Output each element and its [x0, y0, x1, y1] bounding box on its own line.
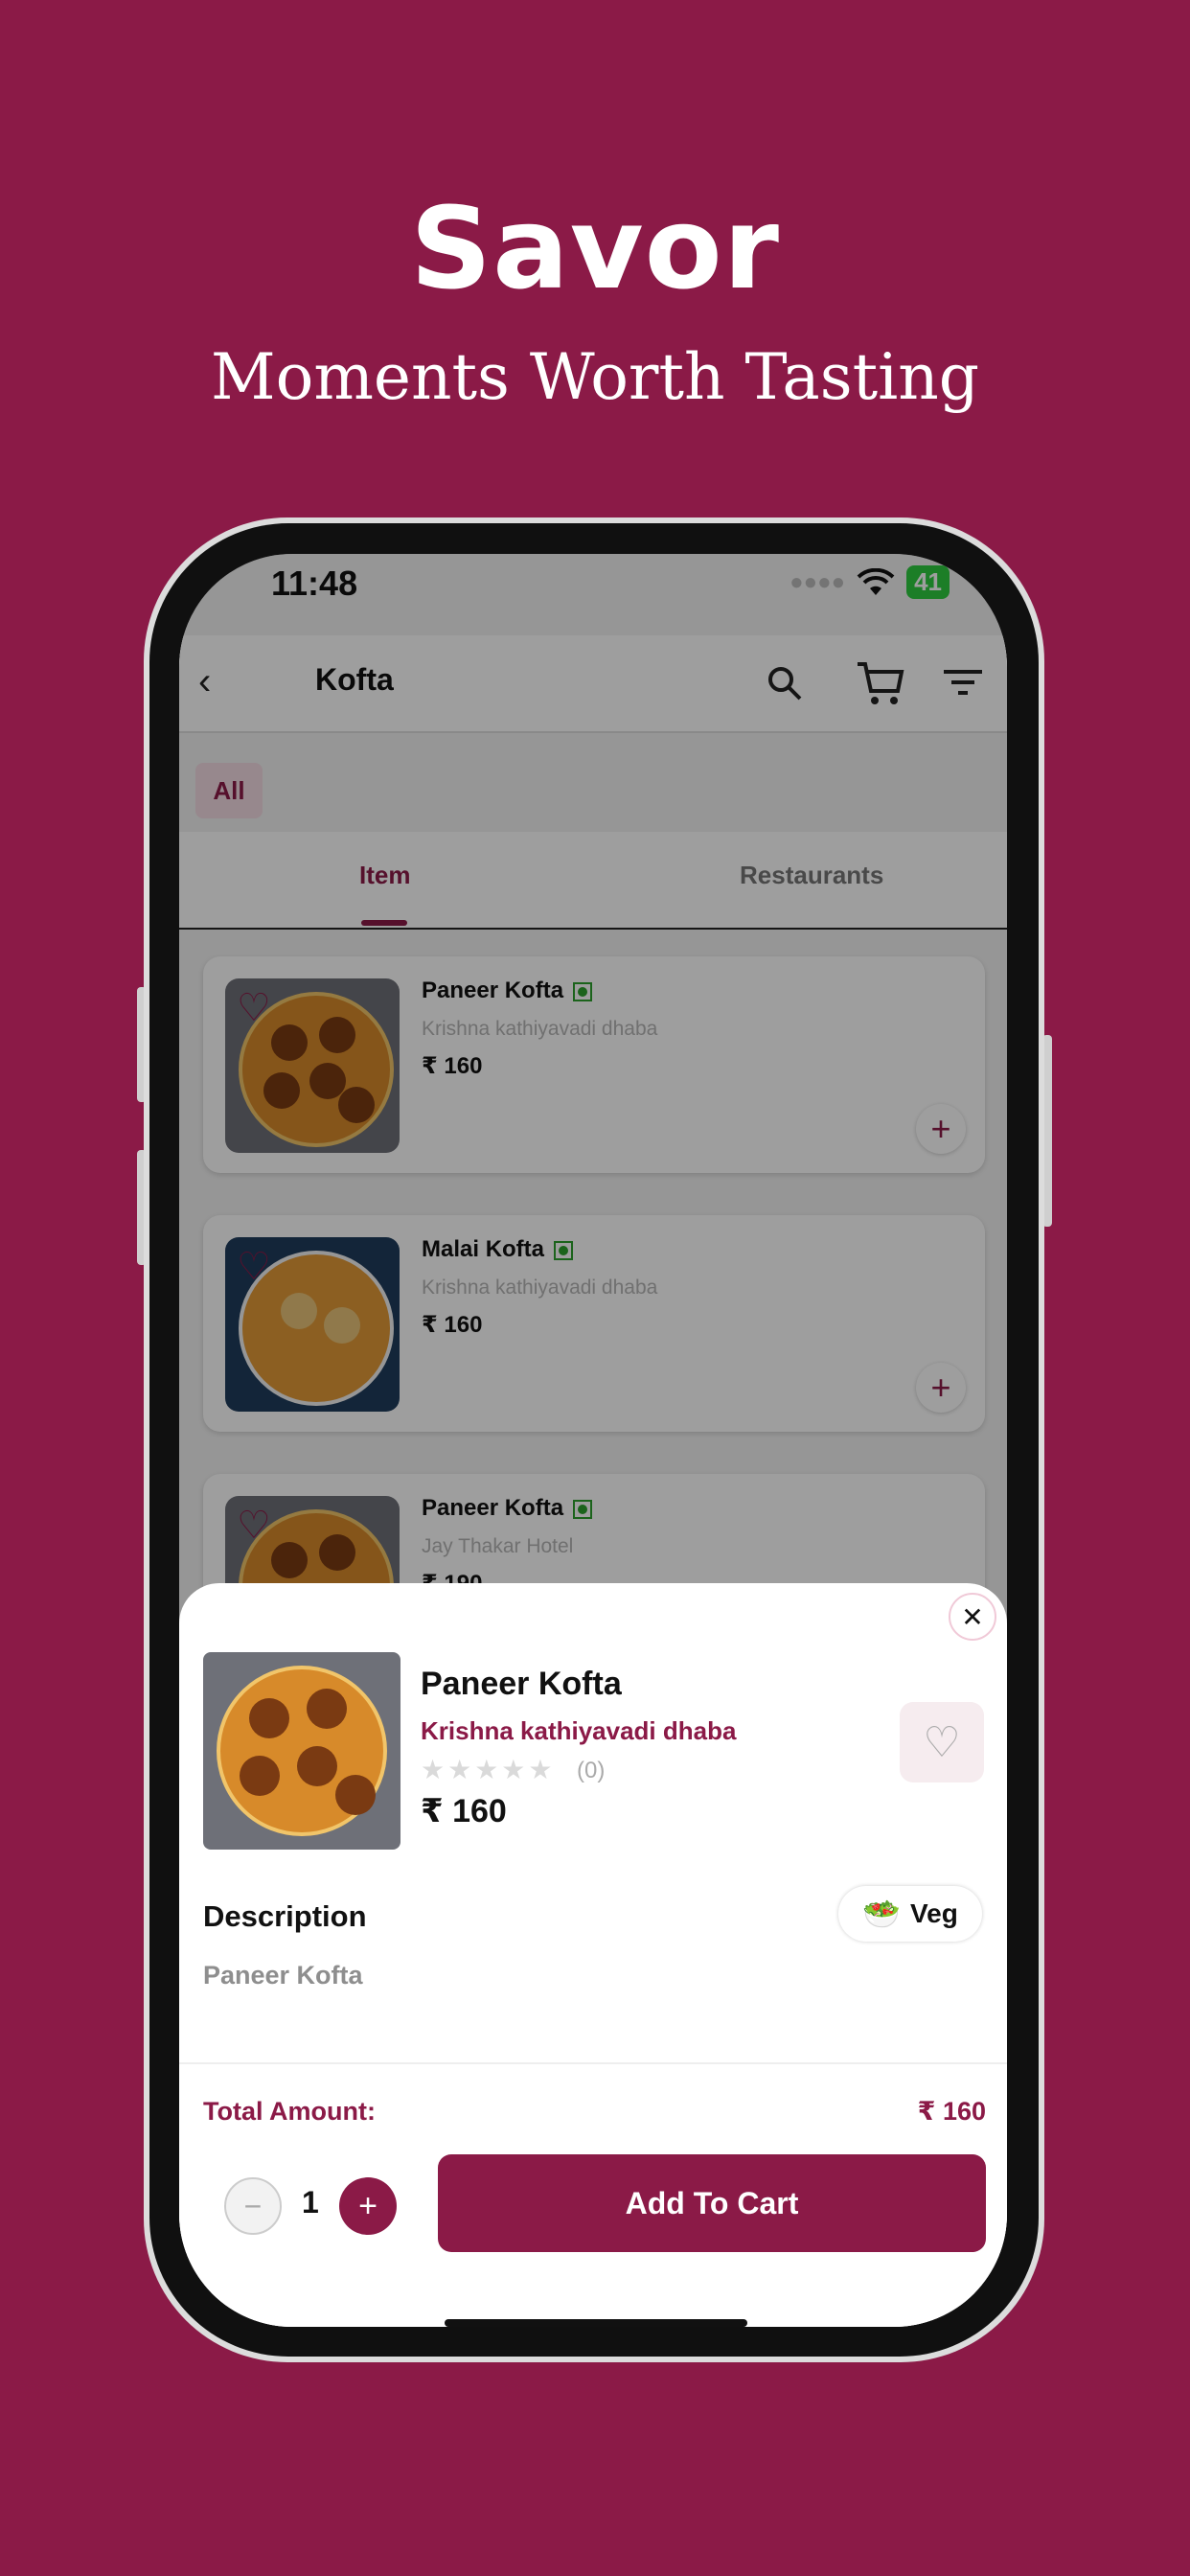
decrease-quantity-button[interactable]: − [224, 2177, 282, 2235]
increase-quantity-button[interactable]: + [339, 2177, 397, 2235]
quantity-value: 1 [302, 2185, 319, 2220]
favorite-button[interactable]: ♡ [900, 1702, 984, 1782]
rating-stars-icon: ★★★★★ [421, 1755, 556, 1784]
item-detail-name: Paneer Kofta [421, 1666, 622, 1702]
close-button[interactable]: ✕ [949, 1593, 996, 1641]
add-to-cart-button[interactable]: Add To Cart [438, 2154, 986, 2252]
rating-count: (0) [577, 1758, 606, 1783]
veg-label: Veg [910, 1898, 958, 1928]
veg-food-icon: 🥗 [862, 1897, 902, 1931]
phone-screen: 11:48 ●●●● 41 ‹ Kofta All Item Restauran… [179, 554, 1007, 2327]
item-detail-price: ₹ 160 [421, 1793, 507, 1829]
description-text: Paneer Kofta [203, 1961, 363, 1990]
item-detail-image [203, 1652, 400, 1850]
item-detail-restaurant[interactable]: Krishna kathiyavadi dhaba [421, 1716, 736, 1746]
description-heading: Description [203, 1899, 367, 1933]
total-amount-value: ₹ 160 [917, 2097, 986, 2126]
home-indicator [445, 2319, 747, 2327]
total-amount-label: Total Amount: [203, 2097, 376, 2126]
heart-icon: ♡ [923, 1718, 961, 1766]
promo-headline: Savor [410, 182, 780, 314]
veg-badge: 🥗 Veg [838, 1886, 982, 1942]
promo-subline: Moments Worth Tasting [211, 340, 979, 414]
